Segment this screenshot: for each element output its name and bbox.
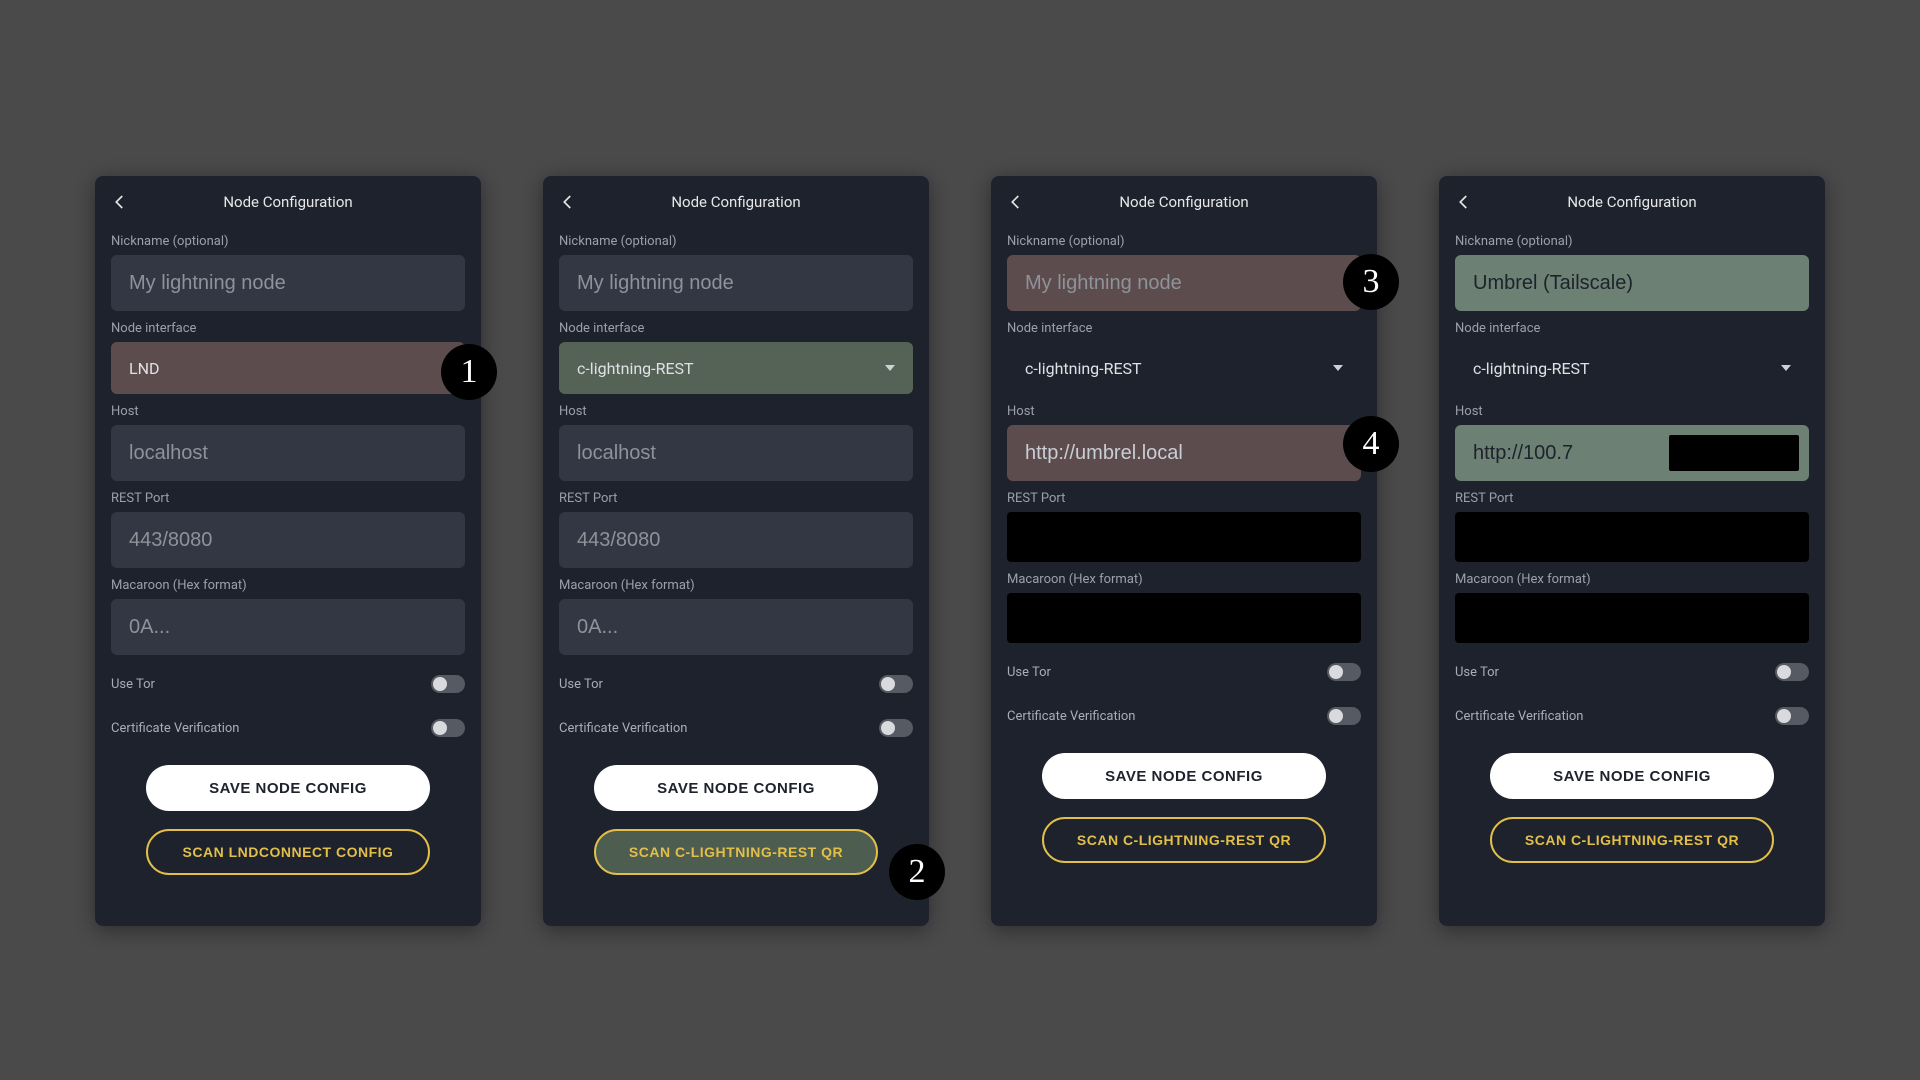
interface-value: c-lightning-REST xyxy=(577,359,694,378)
scan-button[interactable]: SCAN LNDCONNECT CONFIG xyxy=(146,829,429,875)
chevron-down-icon xyxy=(1781,365,1791,371)
chevron-down-icon xyxy=(885,365,895,371)
host-label: Host xyxy=(559,404,913,419)
save-button[interactable]: SAVE NODE CONFIG xyxy=(146,765,429,811)
nickname-label: Nickname (optional) xyxy=(111,234,465,249)
panel-3: Node Configuration Nickname (optional) N… xyxy=(1439,176,1825,926)
nickname-input[interactable] xyxy=(1455,255,1809,311)
nickname-input[interactable] xyxy=(111,255,465,311)
tor-toggle[interactable] xyxy=(879,675,913,693)
port-input[interactable] xyxy=(111,512,465,568)
macaroon-label: Macaroon (Hex format) xyxy=(111,578,465,593)
back-arrow-icon[interactable] xyxy=(111,193,129,211)
macaroon-label: Macaroon (Hex format) xyxy=(559,578,913,593)
port-input[interactable] xyxy=(1455,512,1809,562)
tor-label: Use Tor xyxy=(1007,665,1051,680)
host-input[interactable] xyxy=(1007,425,1361,481)
port-label: REST Port xyxy=(1455,491,1809,506)
panel-2: Node Configuration Nickname (optional) N… xyxy=(991,176,1377,926)
host-label: Host xyxy=(1007,404,1361,419)
page-title: Node Configuration xyxy=(1007,193,1361,211)
nickname-input[interactable] xyxy=(1007,255,1361,311)
nickname-input[interactable] xyxy=(559,255,913,311)
cert-toggle[interactable] xyxy=(1775,707,1809,725)
scan-button[interactable]: SCAN C-LIGHTNING-REST QR xyxy=(594,829,877,875)
back-arrow-icon[interactable] xyxy=(1007,193,1025,211)
save-button[interactable]: SAVE NODE CONFIG xyxy=(1042,753,1325,799)
interface-value: c-lightning-REST xyxy=(1025,359,1142,378)
host-input[interactable] xyxy=(559,425,913,481)
tor-label: Use Tor xyxy=(1455,665,1499,680)
tor-toggle[interactable] xyxy=(1327,663,1361,681)
port-label: REST Port xyxy=(1007,491,1361,506)
interface-label: Node interface xyxy=(1007,321,1361,336)
cert-toggle[interactable] xyxy=(879,719,913,737)
callout-badge-1: 1 xyxy=(441,344,497,400)
scan-button[interactable]: SCAN C-LIGHTNING-REST QR xyxy=(1490,817,1773,863)
nickname-label: Nickname (optional) xyxy=(1007,234,1361,249)
host-label: Host xyxy=(111,404,465,419)
host-label: Host xyxy=(1455,404,1809,419)
redaction-mask xyxy=(1669,435,1799,471)
tor-toggle[interactable] xyxy=(431,675,465,693)
panel-0: Node Configuration Nickname (optional) N… xyxy=(95,176,481,926)
interface-select[interactable]: c-lightning-REST xyxy=(1455,342,1809,394)
scan-button[interactable]: SCAN C-LIGHTNING-REST QR xyxy=(1042,817,1325,863)
cert-label: Certificate Verification xyxy=(111,721,240,736)
macaroon-input[interactable] xyxy=(1007,593,1361,643)
cert-label: Certificate Verification xyxy=(1455,709,1584,724)
macaroon-label: Macaroon (Hex format) xyxy=(1455,572,1809,587)
interface-label: Node interface xyxy=(559,321,913,336)
macaroon-input[interactable] xyxy=(1455,593,1809,643)
back-arrow-icon[interactable] xyxy=(1455,193,1473,211)
callout-badge-4: 4 xyxy=(1343,416,1399,472)
save-button[interactable]: SAVE NODE CONFIG xyxy=(594,765,877,811)
tor-label: Use Tor xyxy=(111,677,155,692)
interface-value: LND xyxy=(129,359,160,378)
interface-select[interactable]: c-lightning-REST xyxy=(559,342,913,394)
interface-select[interactable]: LND xyxy=(111,342,465,394)
nickname-label: Nickname (optional) xyxy=(559,234,913,249)
interface-select[interactable]: c-lightning-REST xyxy=(1007,342,1361,394)
back-arrow-icon[interactable] xyxy=(559,193,577,211)
interface-label: Node interface xyxy=(111,321,465,336)
host-input[interactable] xyxy=(111,425,465,481)
page-title: Node Configuration xyxy=(1455,193,1809,211)
chevron-down-icon xyxy=(1333,365,1343,371)
cert-label: Certificate Verification xyxy=(559,721,688,736)
tor-toggle[interactable] xyxy=(1775,663,1809,681)
callout-badge-3: 3 xyxy=(1343,254,1399,310)
macaroon-input[interactable] xyxy=(559,599,913,655)
page-title: Node Configuration xyxy=(111,193,465,211)
interface-label: Node interface xyxy=(1455,321,1809,336)
tor-label: Use Tor xyxy=(559,677,603,692)
cert-label: Certificate Verification xyxy=(1007,709,1136,724)
macaroon-label: Macaroon (Hex format) xyxy=(1007,572,1361,587)
port-input[interactable] xyxy=(1007,512,1361,562)
panel-1: Node Configuration Nickname (optional) N… xyxy=(543,176,929,926)
port-input[interactable] xyxy=(559,512,913,568)
port-label: REST Port xyxy=(559,491,913,506)
callout-badge-2: 2 xyxy=(889,844,945,900)
nickname-label: Nickname (optional) xyxy=(1455,234,1809,249)
page-title: Node Configuration xyxy=(559,193,913,211)
cert-toggle[interactable] xyxy=(431,719,465,737)
cert-toggle[interactable] xyxy=(1327,707,1361,725)
save-button[interactable]: SAVE NODE CONFIG xyxy=(1490,753,1773,799)
interface-value: c-lightning-REST xyxy=(1473,359,1590,378)
macaroon-input[interactable] xyxy=(111,599,465,655)
port-label: REST Port xyxy=(111,491,465,506)
